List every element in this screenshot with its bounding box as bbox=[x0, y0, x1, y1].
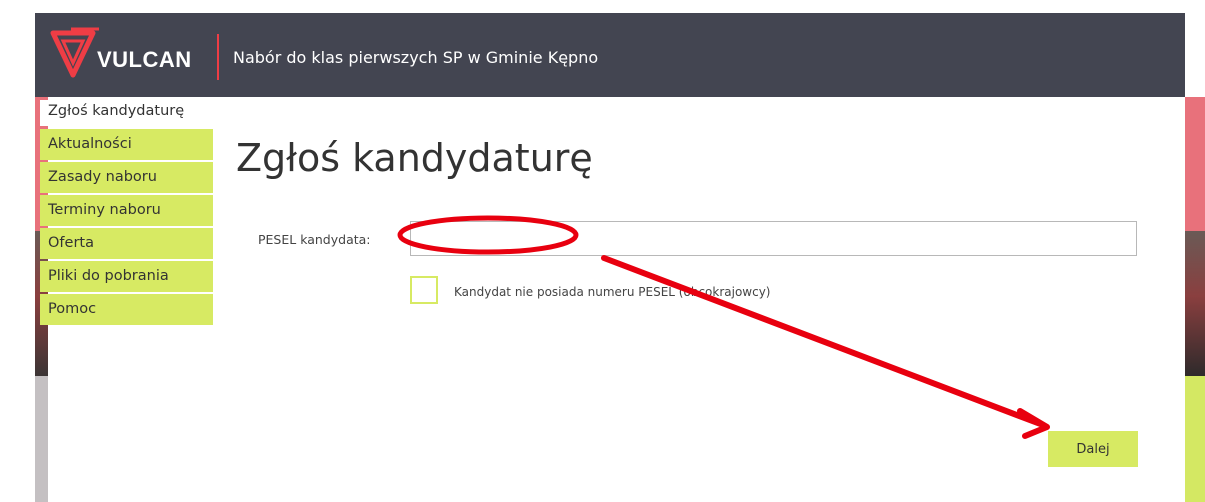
sidebar-item-zglos-kandydature[interactable]: Zgłoś kandydaturę bbox=[40, 100, 213, 126]
sidebar-item-pomoc[interactable]: Pomoc bbox=[40, 294, 213, 325]
sidebar-item-aktualnosci[interactable]: Aktualności bbox=[40, 129, 213, 160]
pesel-label: PESEL kandydata: bbox=[258, 232, 371, 247]
sidebar-item-oferta[interactable]: Oferta bbox=[40, 228, 213, 259]
page-title: Zgłoś kandydaturę bbox=[236, 136, 593, 180]
annotation-arrow-shaft bbox=[601, 255, 1046, 428]
pesel-input[interactable] bbox=[410, 221, 1137, 256]
header-divider bbox=[217, 34, 219, 80]
sidebar-item-zasady-naboru[interactable]: Zasady naboru bbox=[40, 162, 213, 193]
background-strip-right-top bbox=[1185, 97, 1205, 231]
next-button[interactable]: Dalej bbox=[1048, 431, 1138, 467]
sidebar-item-terminy-naboru[interactable]: Terminy naboru bbox=[40, 195, 213, 226]
app-title: Nabór do klas pierwszych SP w Gminie Kęp… bbox=[233, 48, 599, 67]
background-strip-right-photo bbox=[1185, 231, 1205, 376]
sidebar-menu: Zgłoś kandydaturę Aktualności Zasady nab… bbox=[40, 100, 213, 327]
no-pesel-checkbox[interactable] bbox=[410, 276, 438, 304]
background-strip-left-bottom bbox=[35, 376, 48, 502]
sidebar-item-pliki-do-pobrania[interactable]: Pliki do pobrania bbox=[40, 261, 213, 292]
annotation-arrow-head bbox=[1017, 408, 1050, 439]
top-bar: VULCAN Nabór do klas pierwszych SP w Gmi… bbox=[35, 13, 1185, 97]
brand-name: VULCAN bbox=[97, 47, 192, 72]
background-strip-right-bottom bbox=[1185, 376, 1205, 502]
no-pesel-checkbox-label: Kandydat nie posiada numeru PESEL (obcok… bbox=[454, 285, 771, 299]
